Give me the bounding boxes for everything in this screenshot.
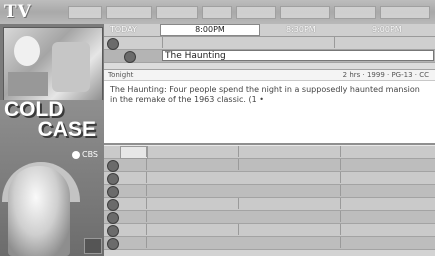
day-label: TODAY xyxy=(110,25,137,34)
program-cell[interactable] xyxy=(340,172,435,183)
channel-logo-icon xyxy=(107,199,119,211)
toolbar-button[interactable] xyxy=(236,6,276,19)
program-cell[interactable] xyxy=(238,146,339,157)
program-cell[interactable] xyxy=(238,198,339,209)
cbs-eye-icon xyxy=(72,150,80,159)
channel-row[interactable] xyxy=(104,37,435,50)
show-title-line1: COLD xyxy=(4,98,64,121)
live-preview-thumbnail[interactable] xyxy=(3,27,103,101)
time-slot-selected[interactable]: 8:00PM xyxy=(160,24,260,36)
program-description: The Haunting: Four people spend the nigh… xyxy=(104,81,435,145)
channel-logo-icon xyxy=(107,186,119,198)
channel-row[interactable] xyxy=(104,237,435,250)
top-toolbar: TV xyxy=(0,0,435,25)
time-header: TODAY 8:00PM 8:30PM 9:00PM xyxy=(104,24,435,37)
program-cell[interactable] xyxy=(146,185,287,196)
program-cell[interactable] xyxy=(146,146,237,157)
tv-logo: TV xyxy=(4,2,32,22)
poster-logo-icon xyxy=(84,238,102,254)
program-cell[interactable] xyxy=(340,224,435,235)
program-cell[interactable] xyxy=(340,211,435,222)
program-cell[interactable] xyxy=(340,185,435,196)
toolbar-button[interactable] xyxy=(280,6,330,19)
channel-logo-icon xyxy=(107,160,119,172)
poster-face-image xyxy=(8,166,70,256)
toolbar-button[interactable] xyxy=(380,6,430,19)
toolbar-button[interactable] xyxy=(156,6,198,19)
program-cell[interactable] xyxy=(146,237,287,248)
toolbar-button[interactable] xyxy=(68,6,102,19)
show-title-line2: CASE xyxy=(37,118,96,141)
channel-row[interactable] xyxy=(104,224,435,237)
show-poster: COLD CASE CBS xyxy=(0,98,104,256)
channel-logo-icon xyxy=(107,173,119,185)
program-cell[interactable] xyxy=(238,159,339,170)
program-cell[interactable] xyxy=(146,159,237,170)
program-cell[interactable] xyxy=(340,198,435,209)
toolbar-button[interactable] xyxy=(106,6,152,19)
channel-logo-icon xyxy=(107,212,119,224)
program-cell[interactable] xyxy=(238,224,339,235)
channel-row[interactable] xyxy=(104,159,435,172)
channel-row[interactable] xyxy=(104,211,435,224)
show-title: COLD CASE xyxy=(4,98,100,144)
program-cell[interactable] xyxy=(162,37,293,48)
program-cell[interactable] xyxy=(340,146,435,157)
channel-logo-icon xyxy=(124,51,136,63)
channel-logo-icon xyxy=(107,38,119,50)
toolbar-button[interactable] xyxy=(202,6,232,19)
time-slot-3[interactable]: 9:00PM xyxy=(372,25,402,34)
time-slot-2[interactable]: 8:30PM xyxy=(286,25,316,34)
left-panel: COLD CASE CBS xyxy=(0,24,104,256)
channel-row[interactable] xyxy=(104,198,435,211)
program-cell[interactable] xyxy=(146,224,237,235)
tv-guide-screen: TV COLD CASE CBS TODAY 8:00PM 8:30PM 9:0… xyxy=(0,0,435,256)
airing-date: Tonight xyxy=(108,71,134,79)
program-cell[interactable] xyxy=(146,198,237,209)
network-badge: CBS xyxy=(72,150,100,162)
program-info-bar: Tonight 2 hrs · 1999 · PG-13 · CC xyxy=(104,70,435,81)
row-spacer xyxy=(104,63,435,70)
program-cell[interactable] xyxy=(146,172,287,183)
channel-grid xyxy=(104,146,435,256)
channel-row[interactable] xyxy=(104,146,435,159)
program-cell[interactable] xyxy=(334,37,435,48)
guide-main: TODAY 8:00PM 8:30PM 9:00PM The Haunting … xyxy=(104,24,435,256)
program-cell[interactable] xyxy=(146,211,287,222)
program-cell[interactable] xyxy=(340,237,435,248)
channel-row[interactable] xyxy=(104,185,435,198)
channel-number-box xyxy=(120,146,148,159)
program-meta: 2 hrs · 1999 · PG-13 · CC xyxy=(342,71,429,79)
selected-program[interactable]: The Haunting xyxy=(162,50,434,61)
toolbar-button[interactable] xyxy=(334,6,376,19)
program-cell[interactable] xyxy=(340,159,435,170)
selected-channel-row[interactable]: The Haunting xyxy=(104,50,435,63)
network-label: CBS xyxy=(82,150,99,159)
channel-logo-icon xyxy=(107,225,119,237)
channel-row[interactable] xyxy=(104,172,435,185)
channel-logo-icon xyxy=(107,238,119,250)
